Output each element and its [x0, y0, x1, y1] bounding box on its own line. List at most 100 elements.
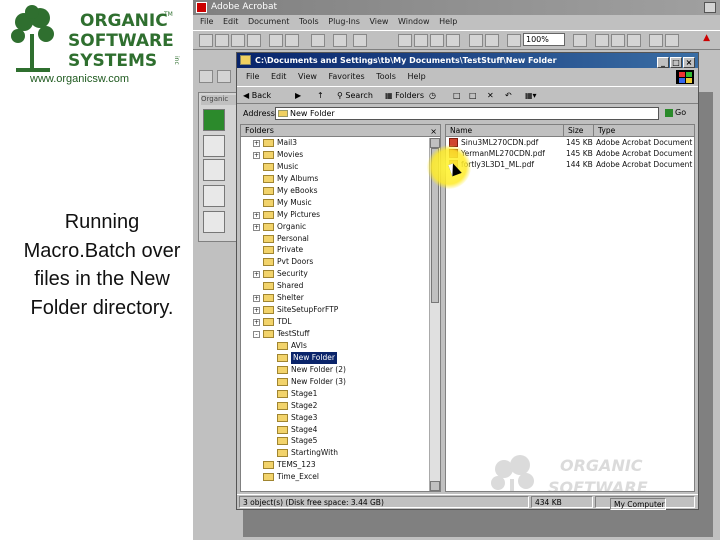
folder-tree-item[interactable]: Stage5: [241, 435, 440, 447]
undo-icon[interactable]: ↶: [505, 87, 512, 105]
expand-icon[interactable]: +: [253, 140, 260, 147]
acrobat-close-button[interactable]: [704, 2, 716, 13]
folder-tree-item[interactable]: Music: [241, 161, 440, 173]
delete-icon[interactable]: ✕: [487, 87, 494, 105]
expand-icon[interactable]: +: [253, 211, 260, 219]
acrobat-menu-file[interactable]: File: [200, 17, 213, 26]
fit-page-icon[interactable]: [611, 34, 625, 47]
file-row[interactable]: fortly3L3D1_ML.pdf 144 KB Adobe Acrobat Do…: [446, 159, 694, 170]
folder-tree-item[interactable]: Time_Excel: [241, 471, 440, 483]
menu-view[interactable]: View: [298, 72, 317, 81]
close-button[interactable]: ×: [683, 57, 695, 68]
folder-tree-item[interactable]: TEMS_123: [241, 459, 440, 471]
folder-tree-item[interactable]: Shared: [241, 280, 440, 292]
find-icon[interactable]: [333, 34, 347, 47]
macro-batch-icon[interactable]: [203, 159, 225, 181]
select-text-icon[interactable]: [311, 34, 325, 47]
go-forward-icon[interactable]: [485, 34, 499, 47]
expand-icon[interactable]: +: [253, 271, 260, 279]
folders-scrollbar[interactable]: [429, 138, 440, 491]
folder-tree-item[interactable]: Stage4: [241, 424, 440, 436]
expand-icon[interactable]: +: [253, 223, 260, 231]
hand-tool-icon[interactable]: [269, 34, 283, 47]
folder-tree-item[interactable]: AVIs: [241, 340, 440, 352]
mail-icon[interactable]: [231, 34, 245, 47]
folder-tree-item[interactable]: New Folder (2): [241, 364, 440, 376]
folder-tree-item[interactable]: + TDL: [241, 316, 440, 328]
last-page-icon[interactable]: [446, 34, 460, 47]
menu-favorites[interactable]: Favorites: [329, 72, 365, 81]
menu-help[interactable]: Help: [407, 72, 425, 81]
highlight-tool-icon[interactable]: [217, 70, 231, 83]
minimize-button[interactable]: _: [657, 57, 669, 68]
folder-tree-item[interactable]: Personal: [241, 233, 440, 245]
folder-tree-item[interactable]: + Mail3: [241, 137, 440, 149]
expand-icon[interactable]: +: [253, 319, 260, 327]
column-type[interactable]: Type: [594, 125, 694, 137]
file-row[interactable]: Sinu3ML270CDN.pdf 145 KB Adobe Acrobat Doc…: [446, 137, 694, 148]
zoom-in-icon[interactable]: [573, 34, 587, 47]
forward-icon[interactable]: ▶: [295, 87, 301, 105]
save-icon[interactable]: [247, 34, 261, 47]
print-icon[interactable]: [215, 34, 229, 47]
macro-stamp-icon[interactable]: [203, 185, 225, 207]
back-button[interactable]: ◀ Back: [243, 87, 271, 105]
folder-tree-item[interactable]: + Shelter: [241, 292, 440, 304]
folder-tree-item[interactable]: + Movies: [241, 149, 440, 161]
folder-tree-item[interactable]: + My Pictures: [241, 209, 440, 221]
scroll-down-arrow-icon[interactable]: [430, 481, 440, 491]
acrobat-menu-help[interactable]: Help: [439, 17, 457, 26]
acrobat-menu-plugins[interactable]: Plug-Ins: [328, 17, 360, 26]
expand-icon[interactable]: +: [253, 307, 260, 315]
menu-edit[interactable]: Edit: [271, 72, 287, 81]
collapse-icon[interactable]: -: [253, 331, 260, 338]
folders-button[interactable]: ▦ Folders: [385, 87, 424, 105]
open-icon[interactable]: [199, 34, 213, 47]
actual-size-icon[interactable]: [595, 34, 609, 47]
next-page-icon[interactable]: [430, 34, 444, 47]
zoom-tool-icon[interactable]: [285, 34, 299, 47]
folder-tree-item[interactable]: + Organic: [241, 221, 440, 233]
up-folder-icon[interactable]: ↑: [317, 87, 324, 105]
move-to-icon[interactable]: □: [453, 87, 461, 105]
folder-tree-item[interactable]: Private: [241, 244, 440, 256]
go-button[interactable]: Go: [665, 107, 691, 120]
zoom-out-icon[interactable]: [507, 34, 521, 47]
maximize-button[interactable]: □: [670, 57, 682, 68]
acrobat-menu-document[interactable]: Document: [248, 17, 289, 26]
address-field[interactable]: New Folder: [275, 107, 659, 120]
prev-page-icon[interactable]: [414, 34, 428, 47]
folder-tree-item[interactable]: Stage2: [241, 400, 440, 412]
acrobat-menu-view[interactable]: View: [369, 17, 388, 26]
first-page-icon[interactable]: [398, 34, 412, 47]
folder-tree-item[interactable]: My Albums: [241, 173, 440, 185]
folder-tree-item[interactable]: My Music: [241, 197, 440, 209]
folder-tree-item[interactable]: New Folder (3): [241, 376, 440, 388]
folder-tree-item[interactable]: + Security: [241, 268, 440, 280]
folder-tree-item[interactable]: Stage1: [241, 388, 440, 400]
copy-to-icon[interactable]: □: [469, 87, 477, 105]
show-pane-icon[interactable]: [353, 34, 367, 47]
zoom-level-field[interactable]: 100%: [523, 33, 565, 46]
go-back-icon[interactable]: [469, 34, 483, 47]
column-name[interactable]: Name: [446, 125, 564, 137]
expand-icon[interactable]: +: [253, 295, 260, 303]
macro-tools-icon[interactable]: [203, 211, 225, 233]
expand-icon[interactable]: +: [253, 151, 260, 159]
rotate-icon[interactable]: [649, 34, 663, 47]
help-icon[interactable]: [665, 34, 679, 47]
file-row[interactable]: YermanML270CDN.pdf 145 KB Adobe Acrobat Do…: [446, 148, 694, 159]
folder-tree-item[interactable]: My eBooks: [241, 185, 440, 197]
pane-tab-organic[interactable]: Organic: [201, 95, 237, 105]
folder-tree-item[interactable]: New Folder: [241, 351, 440, 364]
views-icon[interactable]: ▦▾: [525, 87, 537, 105]
folder-tree-item[interactable]: StartingWith: [241, 447, 440, 459]
acrobat-menu-tools[interactable]: Tools: [299, 17, 319, 26]
folder-tree-item[interactable]: + SiteSetupForFTP: [241, 304, 440, 316]
acrobat-menu-window[interactable]: Window: [398, 17, 430, 26]
history-icon[interactable]: ◷: [429, 87, 436, 105]
fit-width-icon[interactable]: [627, 34, 641, 47]
acrobat-menu-edit[interactable]: Edit: [223, 17, 239, 26]
folder-tree-item[interactable]: Stage3: [241, 412, 440, 424]
search-button[interactable]: ⚲ Search: [337, 87, 373, 105]
